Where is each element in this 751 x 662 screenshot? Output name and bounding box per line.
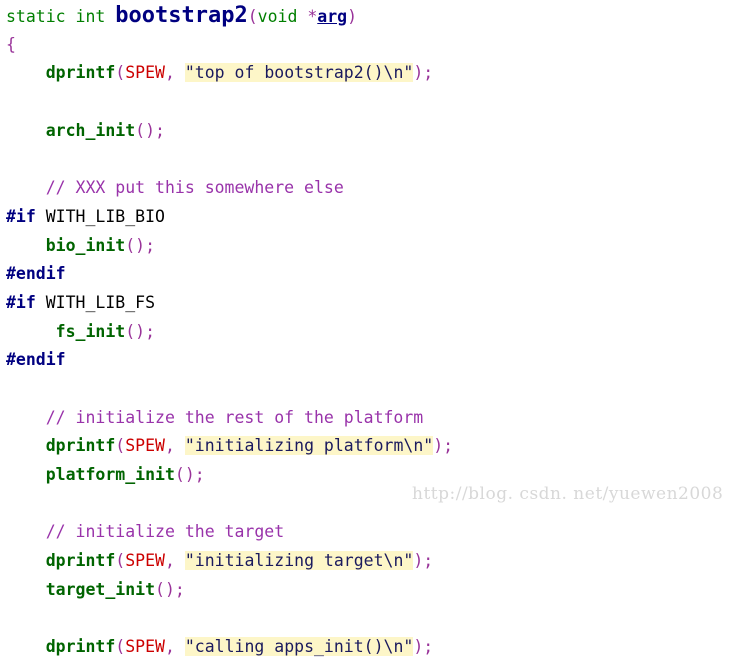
code-token-punc: ; (423, 637, 434, 657)
code-token-punc: () (174, 465, 195, 484)
code-token-comment: // initialize the target (45, 522, 285, 542)
code-token-ppid: WITH_LIB_FS (35, 292, 156, 312)
code-line: { (6, 31, 453, 60)
code-token-fn: fs_init (55, 321, 126, 341)
code-token-pp: #endif (6, 350, 66, 370)
code-token-fn: dprintf (45, 436, 116, 456)
code-line: arch_init(); (6, 117, 453, 146)
code-token-punc: () (135, 120, 156, 140)
code-token-fn: dprintf (45, 551, 116, 571)
code-token-punc: () (155, 579, 175, 599)
code-line: // initialize the rest of the platform (6, 404, 453, 433)
code-token-punc: ) (433, 436, 444, 456)
code-token-punc: , (164, 551, 185, 571)
code-token-pp: #if (6, 292, 36, 312)
code-line: // XXX put this somewhere else (6, 174, 453, 203)
code-token-str: "calling apps_init()\n" (184, 637, 414, 657)
code-token-fn: platform_init (45, 465, 175, 484)
code-token-fn: arch_init (45, 120, 136, 140)
code-token-str: "top of bootstrap2()\n" (184, 63, 414, 83)
code-token-fn: dprintf (45, 637, 116, 657)
code-token-punc: ; (155, 120, 165, 140)
code-token-punc: * (307, 7, 318, 26)
code-token-punc: ( (115, 551, 126, 571)
code-token-str: "initializing target\n" (184, 551, 414, 571)
code-line: fs_init(); (6, 318, 453, 347)
code-token-pp: #endif (6, 264, 66, 284)
code-token-kw: void (257, 7, 308, 26)
code-token-punc: , (164, 63, 185, 83)
code-token-fn: target_init (45, 579, 156, 599)
code-line: platform_init(); (6, 461, 453, 490)
code-token-pp: #if (6, 206, 36, 226)
code-line: dprintf(SPEW, "initializing platform\n")… (6, 432, 453, 461)
code-token-punc: ) (413, 637, 424, 657)
code-token-punc: ( (115, 63, 126, 83)
code-token-const: SPEW (125, 436, 165, 456)
code-token-macroarg: arg (317, 7, 348, 26)
code-token-comment: // XXX put this somewhere else (45, 178, 344, 198)
code-token-punc: ; (423, 63, 434, 83)
code-token-comment: // initialize the rest of the platform (45, 407, 424, 427)
code-token-const: SPEW (125, 637, 165, 657)
code-token-punc: ( (115, 436, 126, 456)
code-token-punc: ( (115, 637, 126, 657)
code-token-punc: () (125, 321, 146, 341)
code-token-const: SPEW (125, 63, 165, 83)
code-line: #endif (6, 346, 453, 375)
code-token-punc: ; (145, 235, 156, 255)
code-listing: static int bootstrap2(void *arg){ dprint… (0, 0, 453, 662)
code-token-punc: , (164, 637, 185, 657)
code-token-brace: { (6, 34, 16, 54)
code-token-ppid: WITH_LIB_BIO (35, 206, 165, 226)
code-token-punc: ; (423, 551, 434, 571)
code-line: dprintf(SPEW, "top of bootstrap2()\n"); (6, 59, 453, 88)
code-token-punc: ) (413, 551, 424, 571)
watermark-text: http://blog. csdn. net/yuewen2008 (412, 484, 724, 504)
code-token-punc: , (164, 436, 185, 456)
code-token-fn: dprintf (45, 63, 116, 83)
code-token-kw: static int (6, 7, 116, 26)
code-line: target_init(); (6, 576, 453, 605)
code-token-punc: () (125, 235, 146, 255)
code-token-punc: ; (194, 465, 205, 484)
code-line: #if WITH_LIB_BIO (6, 203, 453, 232)
code-token-punc: ) (347, 7, 358, 26)
code-line: // initialize the target (6, 518, 453, 547)
code-token-punc: ; (145, 321, 156, 341)
code-line: #if WITH_LIB_FS (6, 289, 453, 318)
code-token-const: SPEW (125, 551, 165, 571)
code-token-punc: ) (413, 63, 424, 83)
code-token-str: "initializing platform\n" (184, 436, 434, 456)
code-token-fnbig: bootstrap2 (115, 3, 248, 28)
code-line: static int bootstrap2(void *arg) (6, 2, 453, 31)
code-line: dprintf(SPEW, "initializing target\n"); (6, 547, 453, 576)
code-line: dprintf(SPEW, "calling apps_init()\n"); (6, 633, 453, 662)
code-token-punc: ( (247, 7, 258, 26)
code-token-punc: ; (174, 579, 185, 599)
code-line: bio_init(); (6, 232, 453, 261)
code-line: #endif (6, 260, 453, 289)
code-token-fn: bio_init (45, 235, 126, 255)
code-token-punc: ; (443, 436, 454, 456)
